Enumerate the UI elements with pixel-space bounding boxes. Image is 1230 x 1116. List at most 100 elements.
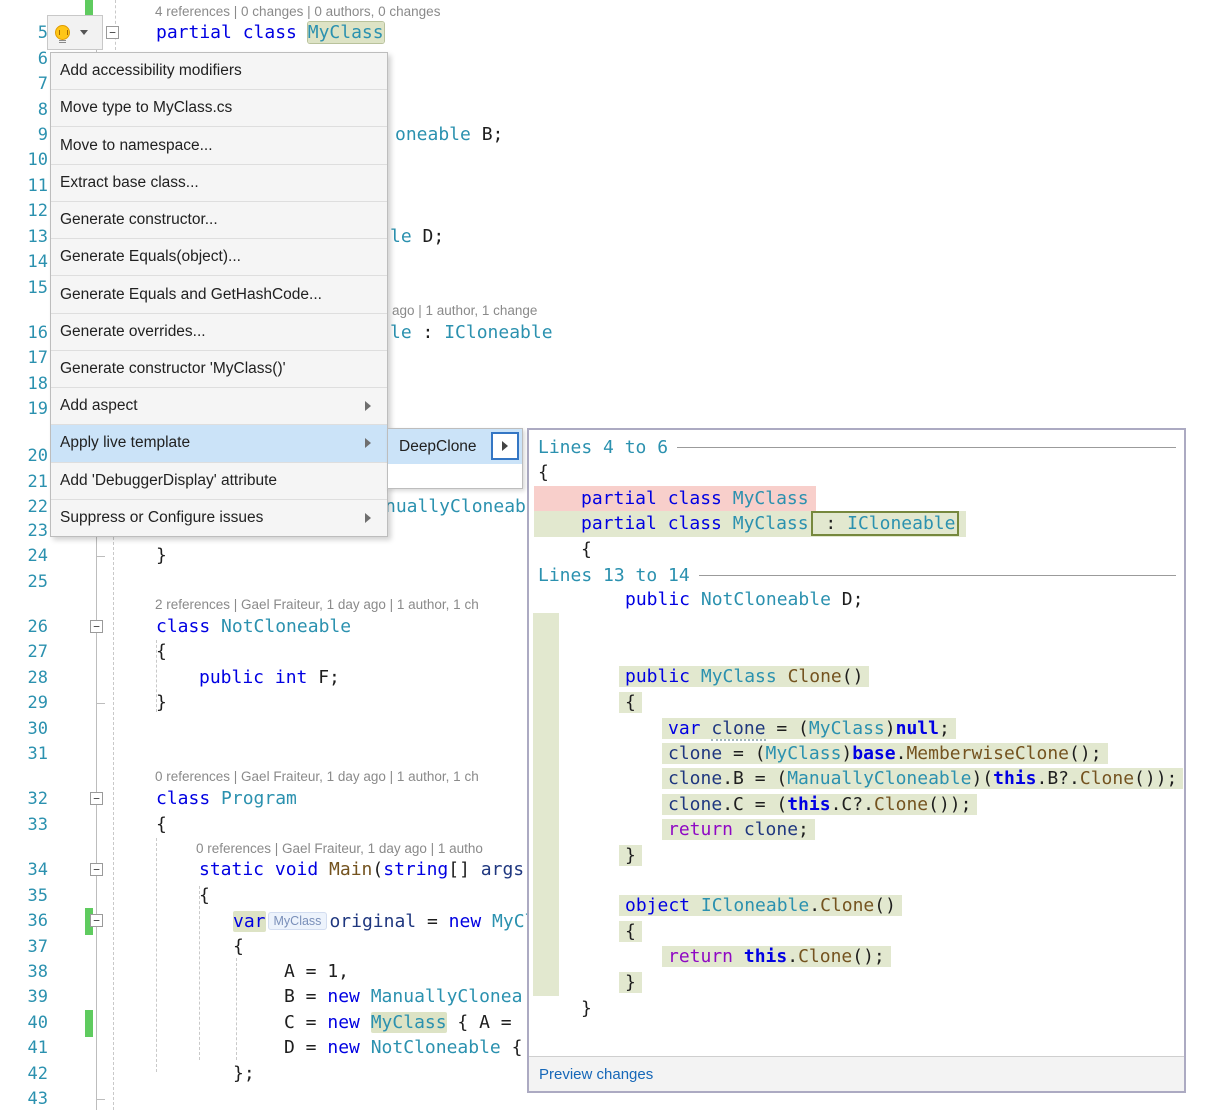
chevron-down-icon[interactable] bbox=[80, 30, 88, 35]
line-number: 7 bbox=[0, 71, 48, 97]
fold-collapse-button[interactable]: − bbox=[90, 620, 103, 633]
indent-guide bbox=[113, 537, 114, 1110]
code-token: class bbox=[243, 22, 308, 43]
diff-added-line: public MyClass Clone() bbox=[625, 664, 869, 690]
code-line: nuallyCloneab bbox=[385, 494, 526, 520]
menu-item-label: Generate overrides... bbox=[60, 323, 206, 341]
menu-item-label: Generate Equals(object)... bbox=[60, 248, 241, 266]
diff-context-line: } bbox=[581, 996, 592, 1022]
code-token: () bbox=[842, 666, 864, 687]
menu-item-label: Generate constructor... bbox=[60, 211, 218, 229]
diff-added-strip bbox=[533, 613, 559, 996]
code-token: object bbox=[625, 895, 701, 916]
code-token: string bbox=[383, 859, 448, 880]
line-number: 43 bbox=[0, 1086, 48, 1112]
code-token: ( bbox=[372, 859, 383, 880]
code-token: D; bbox=[423, 226, 445, 247]
code-token: var bbox=[668, 718, 711, 739]
code-token: { bbox=[625, 692, 636, 713]
line-number: 23 bbox=[0, 518, 48, 544]
code-token: } bbox=[625, 845, 636, 866]
code-token: clone bbox=[668, 794, 722, 815]
menu-item-add-accessibility-modifiers[interactable]: Add accessibility modifiers bbox=[51, 53, 387, 89]
code-token: NotCloneable bbox=[371, 1037, 512, 1058]
code-token: { bbox=[233, 936, 244, 957]
code-token: return bbox=[668, 946, 744, 967]
codelens-info[interactable]: 0 references | Gael Fraiteur, 1 day ago … bbox=[196, 839, 483, 859]
code-token: Clone bbox=[798, 946, 852, 967]
line-number: 40 bbox=[0, 1010, 48, 1036]
outline-scope-tick bbox=[96, 703, 105, 704]
menu-item-generate-equals-object[interactable]: Generate Equals(object)... bbox=[51, 238, 387, 275]
code-line: le D; bbox=[390, 224, 444, 250]
diff-section-label: Lines 13 to 14 bbox=[538, 565, 690, 586]
code-token: class bbox=[156, 616, 221, 637]
code-line: } bbox=[156, 543, 167, 569]
code-token: ) bbox=[885, 718, 896, 739]
codelens-info[interactable]: 0 references | Gael Fraiteur, 1 day ago … bbox=[155, 767, 479, 787]
code-token: .B = ( bbox=[722, 768, 787, 789]
code-token: class bbox=[668, 488, 733, 509]
menu-item-extract-base-class[interactable]: Extract base class... bbox=[51, 164, 387, 201]
code-line: { bbox=[199, 883, 210, 909]
code-line: }; bbox=[233, 1061, 255, 1087]
code-token: partial bbox=[156, 22, 243, 43]
line-number: 37 bbox=[0, 934, 48, 960]
preview-changes-link[interactable]: Preview changes bbox=[539, 1066, 653, 1083]
code-line: varMyClassoriginal = new MyCla bbox=[233, 908, 546, 934]
code-token: MyClass bbox=[371, 1012, 447, 1033]
code-token: } bbox=[156, 692, 167, 713]
diff-added-line: return this.Clone(); bbox=[668, 944, 891, 970]
code-token: class bbox=[156, 788, 221, 809]
fold-collapse-button[interactable]: − bbox=[90, 863, 103, 876]
added-interface-box: : ICloneable bbox=[811, 511, 960, 536]
codelens-info[interactable]: ago | 1 author, 1 change bbox=[392, 301, 537, 321]
fold-collapse-button[interactable]: − bbox=[106, 26, 119, 39]
diff-added-line: object ICloneable.Clone() bbox=[625, 893, 902, 919]
line-number: 8 bbox=[0, 97, 48, 123]
code-token: . bbox=[896, 743, 907, 764]
menu-item-generate-constructor-myclass[interactable]: Generate constructor 'MyClass()' bbox=[51, 350, 387, 387]
code-line: partial class MyClass bbox=[156, 20, 384, 46]
code-token: (); bbox=[1069, 743, 1102, 764]
chevron-right-icon bbox=[502, 441, 508, 451]
code-token: .B?. bbox=[1037, 768, 1080, 789]
fold-collapse-button[interactable]: − bbox=[90, 914, 103, 927]
code-token: public bbox=[625, 589, 701, 610]
codelens-info[interactable]: 2 references | Gael Fraiteur, 1 day ago … bbox=[155, 595, 479, 615]
menu-item-generate-constructor[interactable]: Generate constructor... bbox=[51, 201, 387, 238]
code-token: { bbox=[625, 921, 636, 942]
line-number: 24 bbox=[0, 543, 48, 569]
menu-item-generate-equals-and-gethashcode[interactable]: Generate Equals and GetHashCode... bbox=[51, 275, 387, 312]
code-token: MyClass bbox=[766, 743, 842, 764]
line-number: 11 bbox=[0, 173, 48, 199]
code-token: = ( bbox=[766, 718, 809, 739]
diff-added-line: var clone = (MyClass)null; bbox=[668, 716, 956, 742]
menu-item-label: Add aspect bbox=[60, 397, 138, 415]
line-number: 36 bbox=[0, 908, 48, 934]
quick-actions-button[interactable] bbox=[47, 15, 103, 50]
code-token: Clone bbox=[874, 794, 928, 815]
menu-item-move-type-to-myclass-cs[interactable]: Move type to MyClass.cs bbox=[51, 89, 387, 126]
code-token: . bbox=[809, 895, 820, 916]
chevron-right-icon bbox=[365, 401, 371, 411]
code-line: C = new MyClass { A = bbox=[284, 1010, 512, 1036]
line-number: 13 bbox=[0, 224, 48, 250]
menu-item-generate-overrides[interactable]: Generate overrides... bbox=[51, 313, 387, 350]
menu-item-add-debuggerdisplay-attribute[interactable]: Add 'DebuggerDisplay' attribute bbox=[51, 462, 387, 499]
menu-item-add-aspect[interactable]: Add aspect bbox=[51, 387, 387, 424]
code-line: } bbox=[156, 690, 167, 716]
line-number: 6 bbox=[0, 46, 48, 72]
submenu-expand-button[interactable] bbox=[491, 432, 519, 460]
fold-collapse-button[interactable]: − bbox=[90, 792, 103, 805]
menu-item-label: Move type to MyClass.cs bbox=[60, 99, 232, 117]
menu-item-apply-live-template[interactable]: Apply live template bbox=[51, 424, 387, 461]
code-token: NotCloneable bbox=[221, 616, 351, 637]
code-token: Clone bbox=[1080, 768, 1134, 789]
menu-item-suppress-or-configure-issues[interactable]: Suppress or Configure issues bbox=[51, 499, 387, 536]
line-number: 9 bbox=[0, 122, 48, 148]
codelens-info[interactable]: 4 references | 0 changes | 0 authors, 0 … bbox=[155, 2, 440, 22]
menu-item-label: Suppress or Configure issues bbox=[60, 509, 263, 527]
live-template-submenu: DeepClone bbox=[387, 428, 523, 489]
menu-item-move-to-namespace[interactable]: Move to namespace... bbox=[51, 126, 387, 163]
